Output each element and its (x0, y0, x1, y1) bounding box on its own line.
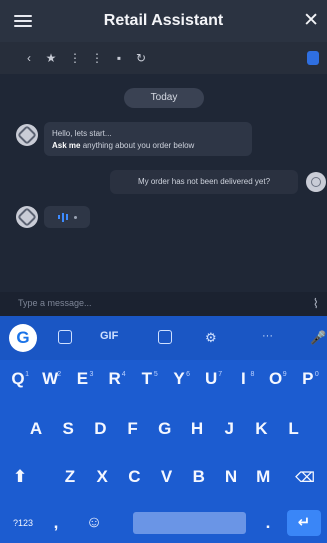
key-w[interactable]: W2 (36, 362, 64, 396)
message-input[interactable]: Type a message... (18, 298, 92, 308)
key-l[interactable]: L (280, 412, 308, 446)
user-avatar (306, 172, 326, 192)
key-u[interactable]: U7 (197, 362, 225, 396)
key-v[interactable]: V (153, 460, 181, 494)
key-a[interactable]: A (22, 412, 50, 446)
star-icon[interactable]: ★ (44, 51, 58, 65)
bot-logo-icon (17, 207, 37, 227)
bot-message-line2: Ask me anything about you order below (52, 140, 244, 152)
keyboard-toolbar: G GIF ⚙ ··· 🎤 (0, 316, 327, 360)
bot-message-bubble: Hello, lets start... Ask me anything abo… (44, 122, 252, 156)
google-icon[interactable]: G (9, 324, 37, 352)
bot-message-line1: Hello, lets start... (52, 129, 112, 138)
key-p[interactable]: P0 (294, 362, 322, 396)
key-j[interactable]: J (215, 412, 243, 446)
key-e[interactable]: E3 (68, 362, 96, 396)
space-bar[interactable] (133, 512, 246, 534)
key-q[interactable]: Q1 (4, 362, 32, 396)
key-number-hint: 3 (89, 371, 94, 378)
key-number-hint: 7 (218, 371, 223, 378)
refresh-icon[interactable]: ↻ (134, 51, 148, 65)
typing-dot (73, 215, 77, 219)
key-row-3: ⬆ ⌫ ZXCVBNM (0, 460, 327, 500)
period-key[interactable]: . (254, 506, 282, 540)
settings-gear-icon[interactable]: ⚙ (205, 330, 217, 346)
key-number-hint: 6 (186, 371, 190, 378)
key-b[interactable]: B (185, 460, 213, 494)
key-number-hint: 9 (282, 371, 287, 378)
chat-area[interactable]: Today Hello, lets start... Ask me anythi… (0, 74, 327, 292)
enter-key[interactable]: ↵ (287, 510, 321, 536)
bot-avatar-2 (16, 206, 38, 228)
more-options-icon[interactable]: ··· (262, 330, 273, 342)
key-y[interactable]: Y6 (165, 362, 193, 396)
key-r[interactable]: R4 (101, 362, 129, 396)
backspace-key[interactable]: ⌫ (291, 460, 319, 494)
key-row-2: ASDFGHJKL (0, 412, 327, 452)
key-number-hint: 5 (153, 371, 158, 378)
key-c[interactable]: C (120, 460, 148, 494)
user-message-bubble: My order has not been delivered yet? (110, 170, 298, 194)
key-number-hint: 8 (250, 371, 255, 378)
bot-message-bold: Ask me (52, 141, 81, 150)
user-profile-icon[interactable] (307, 51, 319, 65)
app-title: Retail Assistant (103, 12, 224, 29)
key-k[interactable]: K (247, 412, 275, 446)
microphone-icon[interactable]: 🎤 (310, 330, 326, 346)
key-number-hint: 0 (314, 371, 319, 378)
key-f[interactable]: F (119, 412, 147, 446)
key-number-hint: 1 (25, 371, 29, 378)
app-titlebar: Retail Assistant ✕ (0, 0, 327, 42)
key-m[interactable]: M (249, 460, 277, 494)
key-i[interactable]: I8 (229, 362, 257, 396)
bot-logo-icon (17, 125, 37, 145)
key-d[interactable]: D (86, 412, 114, 446)
bot-avatar (16, 124, 38, 146)
key-s[interactable]: S (54, 412, 82, 446)
symbols-key[interactable]: ?123 (5, 506, 41, 540)
paperclip-icon[interactable]: ⌇ (313, 296, 319, 312)
key-n[interactable]: N (217, 460, 245, 494)
shift-key[interactable]: ⬆ (6, 460, 34, 494)
user-silhouette-icon (311, 177, 321, 187)
date-separator: Today (124, 88, 204, 108)
emoji-icon[interactable]: ☺ (80, 506, 108, 540)
key-z[interactable]: Z (56, 460, 84, 494)
keyboard: Q1W2E3R4T5Y6U7I8O9P0 ASDFGHJKL ⬆ ⌫ ZXCVB… (0, 360, 327, 543)
key-g[interactable]: G (151, 412, 179, 446)
chat-toolbar: ‹ ★ ⋮ ⋮ ▪ ↻ (0, 42, 327, 74)
delete-icon[interactable]: ▪ (112, 51, 126, 65)
key-h[interactable]: H (183, 412, 211, 446)
close-icon[interactable]: ✕ (303, 9, 319, 32)
gif-button[interactable]: GIF (100, 330, 118, 342)
key-row-1: Q1W2E3R4T5Y6U7I8O9P0 (0, 362, 327, 402)
key-number-hint: 4 (121, 371, 126, 378)
options-icon[interactable]: ⋮ (90, 51, 104, 65)
key-t[interactable]: T5 (133, 362, 161, 396)
user-message-text: My order has not been delivered yet? (137, 177, 271, 186)
audio-wave-icon (57, 212, 70, 222)
composer-bar: Type a message... ⌇ (0, 292, 327, 316)
bot-message-rest: anything about you order below (80, 141, 195, 150)
typing-indicator (44, 206, 90, 228)
back-arrow-icon[interactable]: ‹ (22, 51, 36, 65)
comma-key[interactable]: , (42, 506, 70, 540)
sticker-icon[interactable] (58, 330, 72, 344)
key-number-hint: 2 (57, 371, 62, 378)
key-o[interactable]: O9 (262, 362, 290, 396)
key-x[interactable]: X (88, 460, 116, 494)
info-icon[interactable]: ⋮ (68, 51, 82, 65)
clipboard-icon[interactable] (158, 330, 172, 344)
